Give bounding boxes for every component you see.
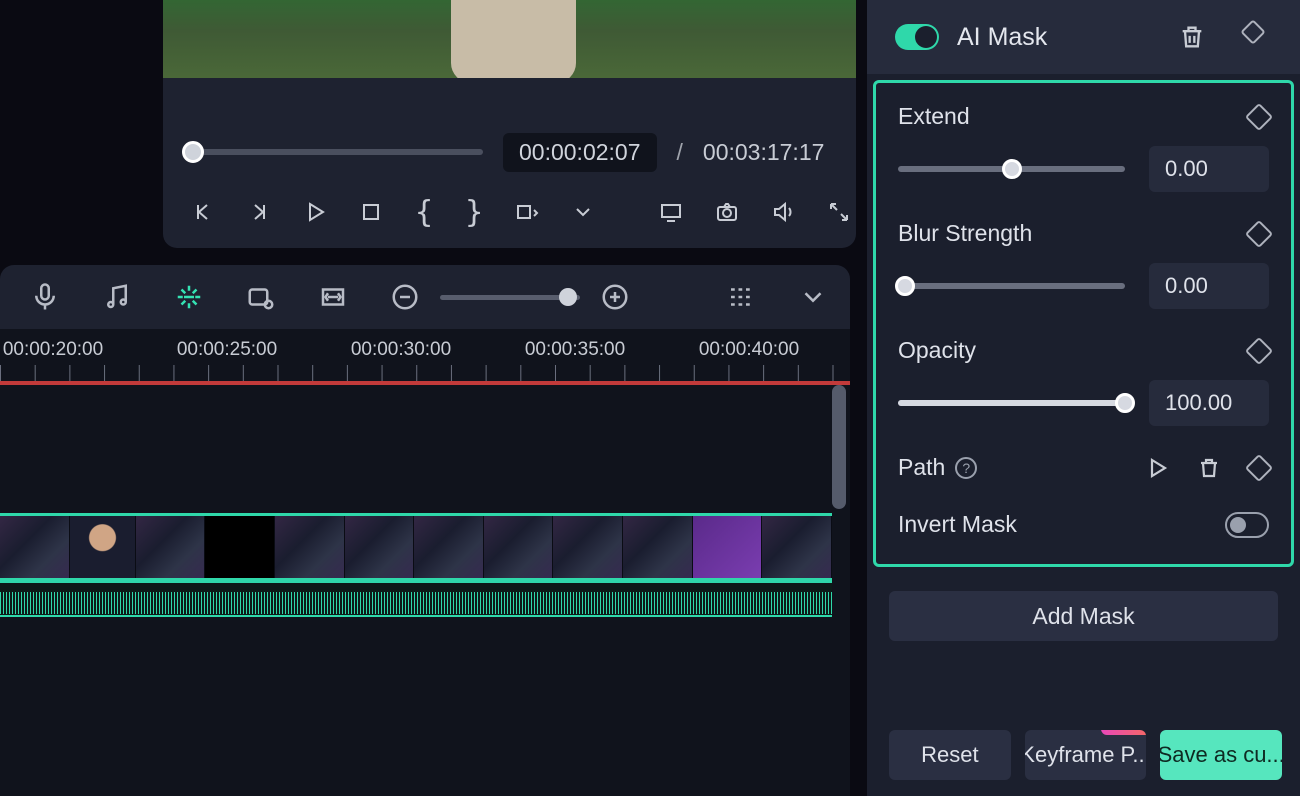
ai-mask-toggle[interactable] <box>895 24 939 50</box>
prev-frame-button[interactable] <box>191 197 215 227</box>
play-button[interactable] <box>303 197 327 227</box>
total-time: 00:03:17:17 <box>703 139 825 166</box>
fullscreen-button[interactable] <box>827 197 851 227</box>
keyframe-button[interactable]: Keyframe P... NEW <box>1025 730 1147 780</box>
time-separator: / <box>677 139 683 166</box>
invert-label: Invert Mask <box>898 511 1017 538</box>
keyframe-button-label: Keyframe P... <box>1025 742 1147 768</box>
opacity-slider[interactable] <box>898 400 1125 406</box>
mask-properties-box: Extend 0.00 Blur Strength 0.00 <box>873 80 1294 567</box>
smart-tool-button[interactable] <box>172 280 206 314</box>
volume-button[interactable] <box>771 197 795 227</box>
path-delete-button[interactable] <box>1197 456 1221 480</box>
timeline-tracks[interactable] <box>0 385 850 796</box>
blur-slider[interactable] <box>898 283 1125 289</box>
opacity-keyframe-button[interactable] <box>1245 336 1273 364</box>
zoom-slider[interactable] <box>440 295 580 300</box>
add-mask-button[interactable]: Add Mask <box>889 591 1278 641</box>
video-clip[interactable] <box>0 513 832 581</box>
path-play-button[interactable] <box>1145 456 1169 480</box>
reset-button[interactable]: Reset <box>889 730 1011 780</box>
delete-mask-button[interactable] <box>1178 23 1206 51</box>
ruler-mark: 00:00:35:00 <box>525 339 625 361</box>
invert-mask-toggle[interactable] <box>1225 512 1269 538</box>
extend-value[interactable]: 0.00 <box>1149 146 1269 192</box>
extend-keyframe-button[interactable] <box>1245 102 1273 130</box>
current-time: 00:00:02:07 <box>503 133 657 172</box>
mark-in-button[interactable]: { <box>415 197 433 227</box>
music-button[interactable] <box>100 280 134 314</box>
ruler-mark: 00:00:25:00 <box>177 339 277 361</box>
track-menu-button[interactable] <box>796 280 830 314</box>
opacity-value[interactable]: 100.00 <box>1149 380 1269 426</box>
preview-video[interactable] <box>163 0 856 78</box>
blur-value[interactable]: 0.00 <box>1149 263 1269 309</box>
blur-keyframe-button[interactable] <box>1245 219 1273 247</box>
stop-button[interactable] <box>359 197 383 227</box>
extend-slider[interactable] <box>898 166 1125 172</box>
audio-clip[interactable] <box>0 581 832 617</box>
path-keyframe-button[interactable] <box>1245 453 1273 481</box>
record-button[interactable] <box>244 280 278 314</box>
path-help-icon[interactable]: ? <box>955 457 977 479</box>
track-view-button[interactable] <box>724 280 758 314</box>
keyframe-icon[interactable] <box>1244 23 1272 51</box>
new-badge: NEW <box>1101 730 1146 735</box>
zoom-in-button[interactable] <box>598 280 632 314</box>
next-frame-button[interactable] <box>247 197 271 227</box>
extend-label: Extend <box>898 103 970 130</box>
zoom-out-button[interactable] <box>388 280 422 314</box>
mark-out-button[interactable]: } <box>465 197 483 227</box>
chevron-down-icon[interactable] <box>571 197 595 227</box>
save-custom-button[interactable]: Save as cu... <box>1160 730 1282 780</box>
timeline-ruler[interactable]: 00:00:20:00 00:00:25:00 00:00:30:00 00:0… <box>0 329 850 385</box>
voiceover-button[interactable] <box>28 280 62 314</box>
display-button[interactable] <box>659 197 683 227</box>
ruler-mark: 00:00:20:00 <box>3 339 103 361</box>
blur-label: Blur Strength <box>898 220 1032 247</box>
panel-title: AI Mask <box>957 23 1160 52</box>
opacity-label: Opacity <box>898 337 976 364</box>
ruler-mark: 00:00:40:00 <box>699 339 799 361</box>
seek-slider[interactable] <box>193 149 483 155</box>
path-label: Path <box>898 454 945 481</box>
properties-panel: AI Mask Extend 0.00 Blur Strength <box>867 0 1300 796</box>
timeline-scrollbar[interactable] <box>832 385 846 509</box>
ruler-mark: 00:00:30:00 <box>351 339 451 361</box>
preview-panel: 00:00:02:07 / 00:03:17:17 { } <box>163 0 856 248</box>
fit-button[interactable] <box>316 280 350 314</box>
aspect-dropdown[interactable] <box>515 197 539 227</box>
timeline-toolbar <box>0 265 850 329</box>
snapshot-button[interactable] <box>715 197 739 227</box>
